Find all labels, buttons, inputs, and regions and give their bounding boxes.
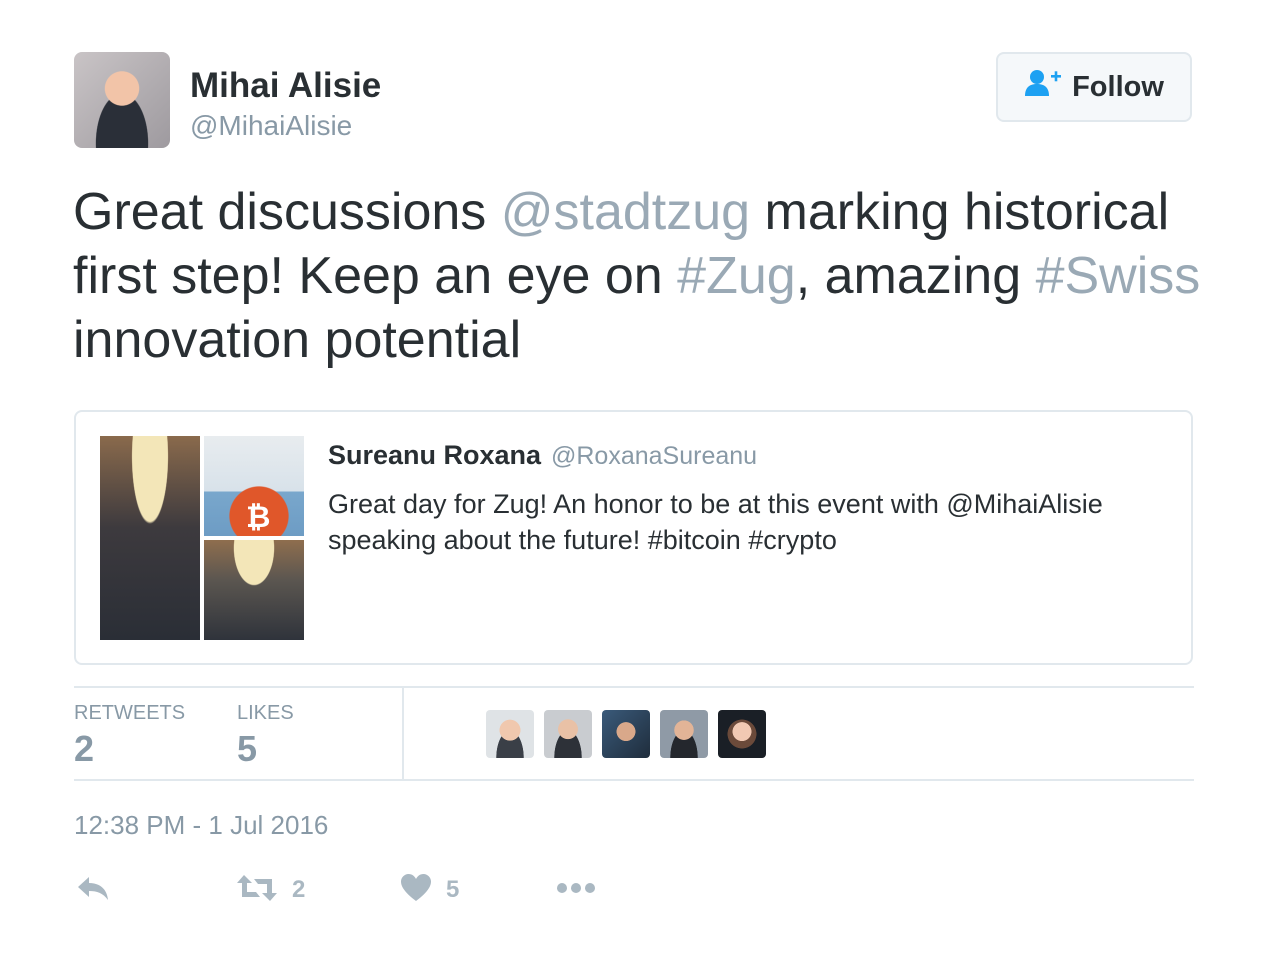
liker-avatar[interactable]: [486, 710, 534, 758]
quote-author-handle: @RoxanaSureanu: [551, 442, 758, 470]
hashtag-link[interactable]: #Zug: [677, 247, 796, 305]
retweet-icon: [236, 873, 278, 908]
quote-photo: [204, 540, 304, 640]
quote-text: Great day for Zug! An honor to be at thi…: [328, 489, 1103, 555]
author-avatar[interactable]: [74, 52, 170, 148]
hashtag-link[interactable]: #Swiss: [1036, 247, 1201, 305]
liker-avatar[interactable]: [602, 710, 650, 758]
follow-user-icon: [1024, 69, 1062, 105]
more-dots-icon: [556, 881, 596, 900]
reply-icon: [76, 874, 110, 907]
follow-label: Follow: [1072, 70, 1164, 103]
author-name[interactable]: Mihai Alisie: [190, 66, 381, 106]
quoted-tweet-card[interactable]: ₿ Sureanu Roxana @RoxanaSureanu Great da…: [74, 410, 1193, 665]
tweet-text: Great discussions @stadtzug marking hist…: [73, 180, 1203, 372]
follow-button[interactable]: Follow: [996, 52, 1192, 122]
divider: [74, 779, 1194, 781]
divider: [402, 688, 404, 780]
author-handle[interactable]: @MihaiAlisie: [190, 110, 352, 142]
mention-link[interactable]: @stadtzug: [501, 183, 750, 241]
bitcoin-logo-icon: ₿: [246, 500, 271, 535]
tweet-text-part: Great discussions: [73, 183, 501, 241]
divider: [74, 686, 1194, 688]
reply-button[interactable]: [76, 872, 110, 908]
likes-label: LIKES: [237, 702, 294, 724]
tweet-text-part: , amazing: [795, 247, 1036, 305]
quote-photo: ₿: [204, 436, 304, 536]
retweet-count: 2: [292, 876, 306, 903]
likes-count[interactable]: 5: [237, 728, 257, 770]
liker-avatar[interactable]: [544, 710, 592, 758]
quote-author-name: Sureanu Roxana: [328, 440, 542, 470]
tweet-text-part: innovation potential: [73, 311, 522, 369]
more-options-button[interactable]: [556, 872, 596, 908]
heart-icon: [400, 873, 432, 908]
liker-avatar[interactable]: [718, 710, 766, 758]
retweet-button[interactable]: 2: [236, 872, 305, 908]
retweets-count[interactable]: 2: [74, 728, 94, 770]
liker-avatar[interactable]: [660, 710, 708, 758]
quote-photo: [100, 436, 200, 640]
tweet-timestamp[interactable]: 12:38 PM - 1 Jul 2016: [74, 810, 328, 841]
like-count: 5: [446, 876, 460, 903]
like-button[interactable]: 5: [400, 872, 459, 908]
retweets-label: RETWEETS: [74, 702, 186, 724]
